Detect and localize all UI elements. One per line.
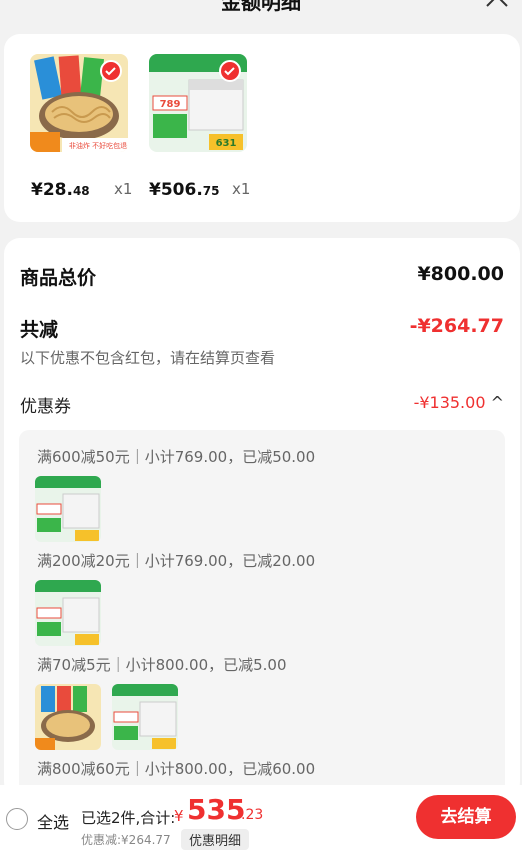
total-amount: 535 xyxy=(187,793,246,826)
product-card: 非油炸 不好吃包退 789 631 ¥28.48 x1 ¥506.75 x1 xyxy=(4,34,520,222)
freezer-image-tag: 631 xyxy=(216,138,237,149)
noodle-price: ¥28.48 xyxy=(31,180,90,200)
coupon-rule: 满600减50元｜小计769.00，已减50.00 xyxy=(37,448,316,466)
checkout-button[interactable]: 去结算 xyxy=(416,795,516,839)
noodle-image-tag: 非油炸 不好吃包退 xyxy=(69,141,127,150)
selected-check-icon[interactable] xyxy=(100,60,122,82)
discount-summary: 优惠减:¥264.77 xyxy=(81,833,171,847)
discount-detail-button[interactable]: 优惠明细 xyxy=(181,829,250,850)
checkout-bar: 全选 已选2件,合计: ¥ 535 .23 优惠减:¥264.77 优惠明细 去… xyxy=(0,785,522,861)
goods-total-label: 商品总价 xyxy=(20,267,97,289)
freezer-thumb xyxy=(35,476,101,542)
freezer-qty: x1 xyxy=(232,180,251,198)
total-amount-decimal: .23 xyxy=(241,807,264,823)
freezer-price: ¥506.75 xyxy=(149,180,220,200)
price-summary-card: 商品总价 ¥800.00 共减 -¥264.77 以下优惠不包含红包，请在结算页… xyxy=(4,238,520,810)
freezer-product-image[interactable]: 789 631 xyxy=(149,54,247,152)
coupon-value[interactable]: -¥135.00 ^ xyxy=(414,393,504,412)
noodle-product-image[interactable]: 非油炸 不好吃包退 xyxy=(30,54,128,152)
coupon-label[interactable]: 优惠券 xyxy=(20,392,71,417)
goods-total-value: ¥800.00 xyxy=(417,263,504,285)
total-currency: ¥ xyxy=(174,807,184,825)
page-title: 金额明细 xyxy=(221,0,301,14)
select-all-radio[interactable] xyxy=(6,808,28,830)
freezer-image-price: 789 xyxy=(160,99,181,110)
noodle-qty: x1 xyxy=(114,180,133,198)
coupon-rule: 满200减20元｜小计769.00，已减20.00 xyxy=(37,552,316,570)
coupon-rule: 满800减60元｜小计800.00，已减60.00 xyxy=(37,760,316,778)
total-reduce-value: -¥264.77 xyxy=(409,315,504,337)
discount-note: 以下优惠不包含红包，请在结算页查看 xyxy=(20,349,276,367)
total-reduce-label: 共减 xyxy=(20,319,59,341)
selected-count: 已选2件,合计: xyxy=(81,809,176,827)
coupon-detail-panel: 满600减50元｜小计769.00，已减50.00 满200减20元｜小计769… xyxy=(19,430,505,810)
freezer-thumb xyxy=(35,580,101,646)
selected-check-icon[interactable] xyxy=(219,60,241,82)
noodle-thumb xyxy=(35,684,101,750)
freezer-thumb xyxy=(112,684,178,750)
close-icon[interactable] xyxy=(484,0,510,12)
coupon-rule: 满70减5元｜小计800.00，已减5.00 xyxy=(37,656,287,674)
chevron-up-icon[interactable]: ^ xyxy=(491,393,504,412)
select-all-label[interactable]: 全选 xyxy=(37,809,69,833)
